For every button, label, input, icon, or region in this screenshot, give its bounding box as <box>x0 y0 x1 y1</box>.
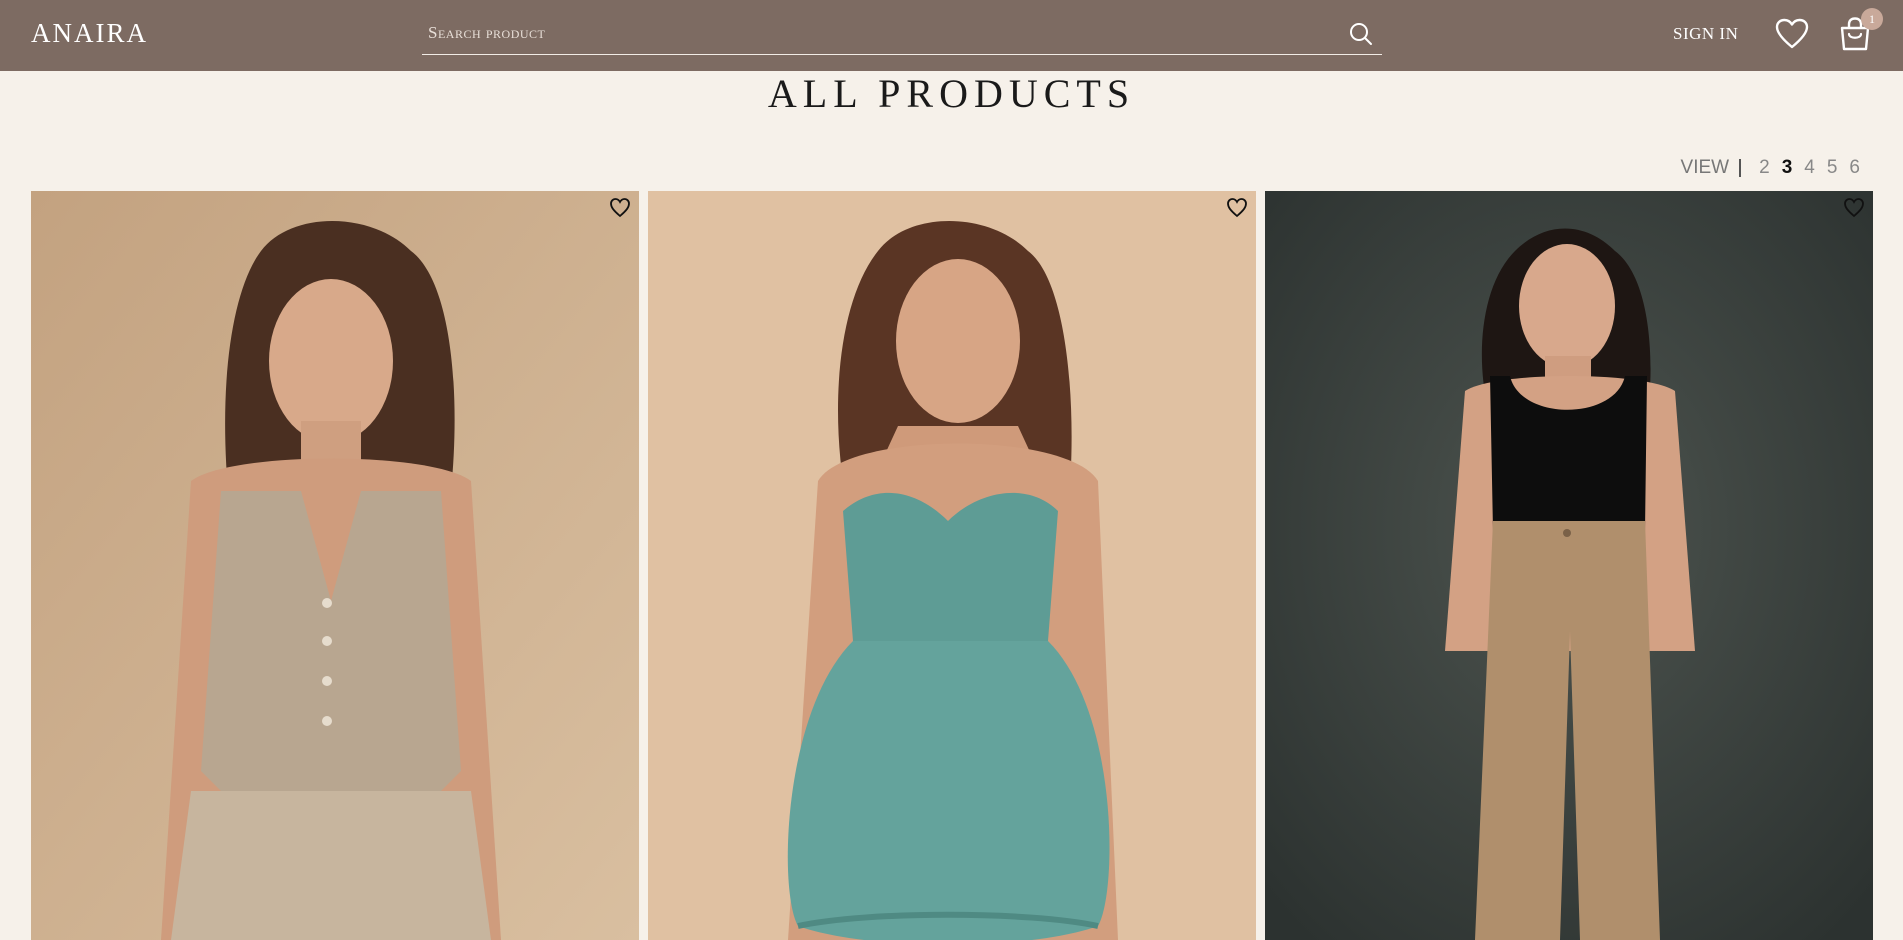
heart-icon[interactable] <box>1775 18 1809 50</box>
view-option-2[interactable]: 2 <box>1759 157 1770 179</box>
product-image <box>31 191 639 940</box>
sign-in-link[interactable]: SIGN IN <box>1673 24 1738 44</box>
product-grid <box>31 191 1873 940</box>
cart-count-badge: 1 <box>1861 8 1883 30</box>
view-option-4[interactable]: 4 <box>1804 157 1815 179</box>
top-nav-bar: ANAIRA SIGN IN 1 <box>0 0 1903 71</box>
grid-view-selector: VIEW 2 3 4 5 6 <box>1681 157 1866 179</box>
view-label: VIEW <box>1680 157 1730 178</box>
product-card[interactable] <box>31 191 639 940</box>
search-icon[interactable] <box>1348 21 1374 47</box>
heart-icon[interactable] <box>1226 197 1248 219</box>
search-input[interactable] <box>422 14 1334 52</box>
view-option-3[interactable]: 3 <box>1782 157 1793 179</box>
view-divider <box>1739 159 1742 177</box>
product-image <box>1265 191 1873 940</box>
page-title: ALL PRODUCTS <box>767 71 1136 116</box>
product-card[interactable] <box>1265 191 1873 940</box>
brand-logo[interactable]: ANAIRA <box>31 18 148 49</box>
search-bar <box>422 14 1382 55</box>
product-card[interactable] <box>648 191 1256 940</box>
heart-icon[interactable] <box>609 197 631 219</box>
view-option-6[interactable]: 6 <box>1849 157 1860 179</box>
view-option-5[interactable]: 5 <box>1827 157 1838 179</box>
product-image <box>648 191 1256 940</box>
heart-icon[interactable] <box>1843 197 1865 219</box>
